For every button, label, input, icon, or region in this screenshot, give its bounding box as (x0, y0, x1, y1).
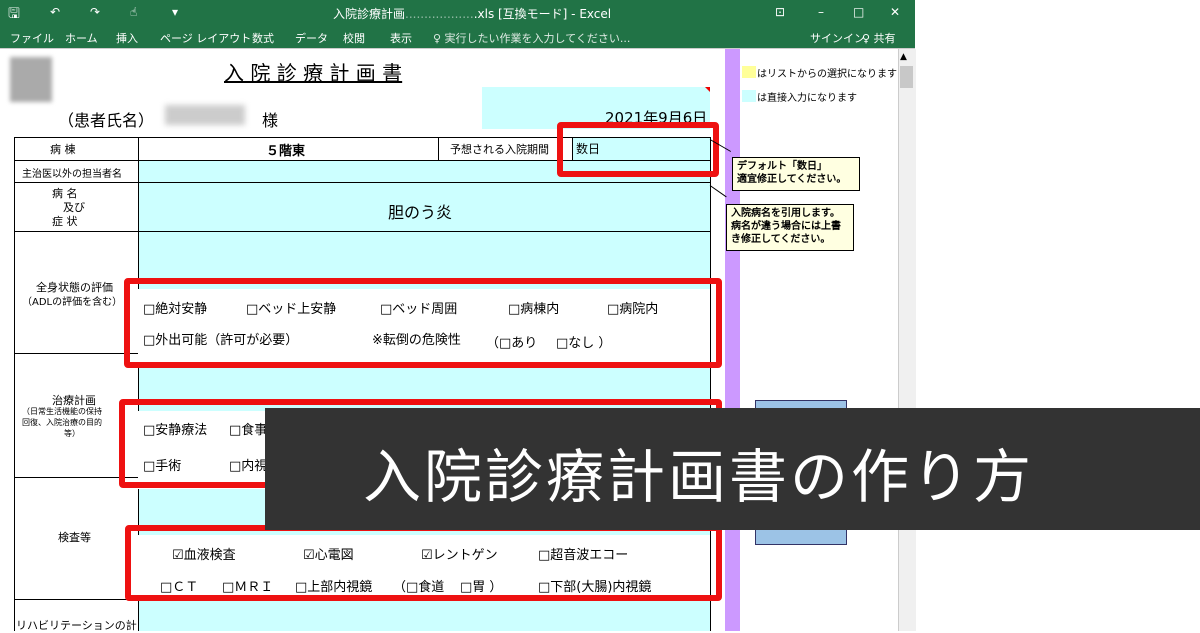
undo-icon[interactable]: ↶ (50, 5, 60, 19)
tab-formulas[interactable]: 数式 (252, 30, 274, 46)
tab-review[interactable]: 校閲 (343, 30, 365, 46)
worksheet[interactable]: 入 院 診 療 計 画 書 （患者氏名） 様 2021年9月6日 病 棟 ５階東… (0, 48, 916, 632)
rehab-label: リハビリテーションの計 (16, 619, 137, 632)
customize-qat-icon[interactable]: ▾ (172, 5, 178, 19)
outside-area (915, 0, 1200, 630)
share-button[interactable]: ♀ 共有 (862, 30, 896, 46)
ward-value: ５階東 (266, 144, 306, 159)
ribbon-display-icon[interactable]: ⊡ (775, 5, 785, 19)
ribbon-tabs: ファイル ホーム 挿入 ページ レイアウト 数式 データ 校閲 表示 ♀ 実行し… (0, 26, 915, 48)
scroll-up-arrow-icon[interactable]: ▲ (900, 52, 907, 62)
redo-icon[interactable]: ↷ (90, 5, 100, 19)
vertical-scrollbar[interactable] (898, 49, 916, 631)
purple-column (725, 49, 740, 631)
banner-text: 入院診療計画書の作り方 (363, 443, 1035, 511)
treatment-label-2: （日常生活機能の保持 (22, 407, 102, 416)
tab-data[interactable]: データ (295, 30, 328, 46)
highlight-exam (125, 525, 722, 601)
patient-suffix: 様 (262, 111, 279, 130)
maximize-button[interactable]: □ (853, 5, 864, 19)
note-period-default: デフォルト「数日」 適宜修正してください。 (732, 157, 860, 191)
disease-value: 胆のう炎 (388, 203, 453, 222)
general-label-2: （ADLの評価を含む） (22, 297, 123, 308)
title-bar: 🖫 ↶ ↷ ☝ ▾ 入院診療計画...................xls [… (0, 0, 915, 26)
highlight-general (124, 278, 722, 368)
tell-me-search[interactable]: ♀ 実行したい作業を入力してください... (433, 30, 630, 46)
tab-file[interactable]: ファイル (10, 30, 54, 46)
blurred-patient-name (165, 105, 245, 125)
legend-cyan-swatch (742, 90, 756, 102)
staff-label: 主治医以外の担当者名 (22, 169, 122, 180)
treatment-label-4: 等） (64, 429, 80, 438)
comment-marker (705, 87, 710, 92)
legend-cyan-text: は直接入力になります (757, 93, 857, 104)
patient-label: （患者氏名） (58, 111, 155, 130)
window-title: 入院診療計画...................xls [互換モード] - E… (333, 7, 612, 21)
period-label: 予想される入院期間 (450, 143, 549, 156)
tab-insert[interactable]: 挿入 (116, 30, 138, 46)
touch-mode-icon[interactable]: ☝ (130, 5, 137, 19)
ward-label: 病 棟 (50, 143, 76, 156)
signin-link[interactable]: サインイン (810, 30, 865, 46)
close-button[interactable]: ✕ (890, 5, 900, 19)
highlight-period (557, 122, 719, 177)
disease-label-3: 症 状 (52, 215, 78, 228)
title-banner: 入院診療計画書の作り方 (265, 408, 1200, 530)
exam-label: 検査等 (58, 531, 91, 544)
treatment-label-3: 回復、入院治療の目的 (22, 418, 102, 427)
minimize-button[interactable]: – (818, 5, 824, 19)
legend-yellow-text: はリストからの選択になります (757, 69, 897, 80)
tab-home[interactable]: ホーム (65, 30, 98, 46)
save-icon[interactable]: 🖫 (8, 3, 20, 27)
scrollbar-thumb[interactable] (900, 66, 913, 88)
legend-yellow-swatch (742, 66, 756, 78)
note-disease-name: 入院病名を引用します。 病名が違う場合には上書 き修正してください。 (726, 204, 854, 251)
doc-title: 入 院 診 療 計 画 書 (224, 61, 403, 85)
tab-view[interactable]: 表示 (390, 30, 412, 46)
tab-page-layout[interactable]: ページ レイアウト (160, 30, 251, 46)
blurred-logo (10, 57, 52, 102)
